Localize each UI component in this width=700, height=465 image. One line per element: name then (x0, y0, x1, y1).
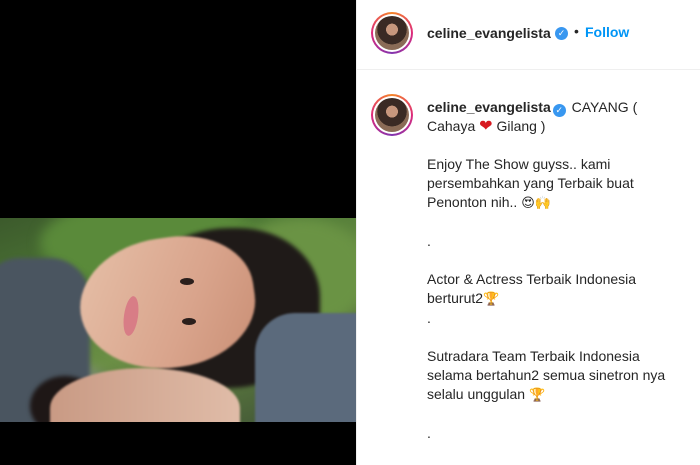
post-media[interactable] (0, 0, 356, 465)
caption-text: celine_evangelista ✓ CAYANG ( Cahaya ❤ Gi… (427, 98, 689, 443)
verified-badge-icon: ✓ (555, 27, 568, 40)
caption-line: Actor & Actress Terbaik Indonesia (427, 271, 637, 287)
author-avatar[interactable] (371, 12, 413, 54)
caption-line: selalu unggulan (427, 386, 526, 402)
avatar-image (375, 98, 409, 132)
heart-eyes-emoji-icon: 😍🙌 (521, 196, 551, 211)
caption-line: berturut2 (427, 290, 484, 306)
author-username[interactable]: celine_evangelista (427, 25, 551, 41)
header-separator: • (574, 23, 579, 39)
trophy-icon: 🏆 (483, 292, 500, 307)
caption-title-part: Cahaya (427, 118, 476, 134)
denim-jacket-shape (255, 313, 356, 422)
caption-line: Sutradara Team Terbaik Indonesia (427, 348, 640, 364)
caption-title: CAYANG ( (571, 99, 638, 115)
caption-dot: . (427, 310, 431, 326)
trophy-icon: 🏆 (528, 388, 546, 403)
post-caption: celine_evangelista ✓ CAYANG ( Cahaya ❤ Gi… (357, 70, 700, 465)
eye-shape (182, 318, 196, 325)
heart-icon: ❤ (479, 118, 493, 135)
caption-dot: . (427, 233, 431, 249)
caption-line: selama bertahun2 semua sinetron nya (427, 367, 666, 383)
caption-line: Penonton nih.. (427, 194, 518, 210)
avatar-image (375, 16, 409, 50)
caption-username[interactable]: celine_evangelista (427, 99, 551, 115)
verified-badge-icon: ✓ (552, 104, 566, 117)
post-side-panel: celine_evangelista ✓ • Follow celine_eva… (356, 0, 700, 465)
caption-title-part: Gilang ) (496, 118, 546, 134)
follow-button[interactable]: Follow (585, 24, 629, 40)
video-frame[interactable] (0, 218, 356, 422)
post-header: celine_evangelista ✓ • Follow (357, 0, 700, 70)
caption-line: Enjoy The Show guyss.. kami (427, 156, 611, 172)
caption-line: persembahkan yang Terbaik buat (427, 175, 634, 191)
caption-dot: . (427, 425, 431, 441)
eye-shape (180, 278, 194, 285)
caption-author-avatar[interactable] (371, 94, 413, 136)
